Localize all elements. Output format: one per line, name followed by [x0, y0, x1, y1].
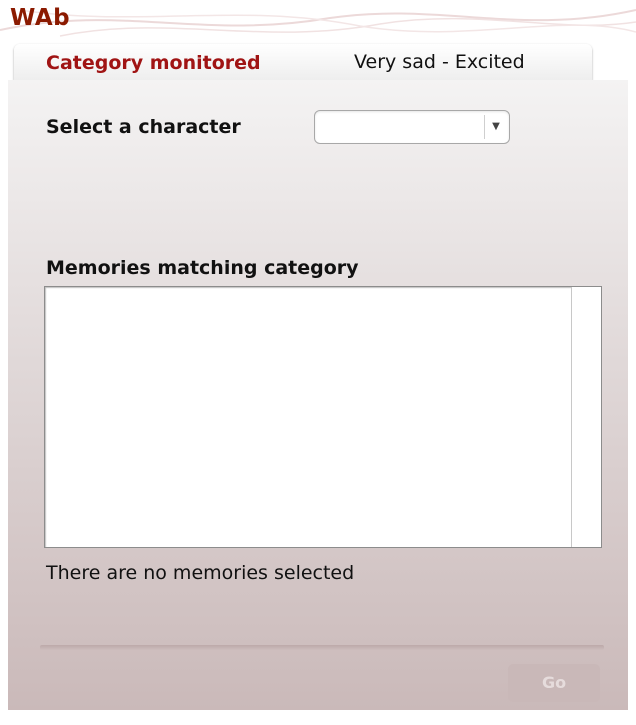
divider — [40, 645, 604, 650]
decorative-swoosh — [0, 9, 636, 37]
app-window: WAb Category monitored Very sad - Excite… — [0, 0, 636, 725]
go-button[interactable]: Go — [508, 664, 600, 702]
select-character-label: Select a character — [46, 116, 241, 138]
memories-list[interactable] — [44, 286, 602, 548]
dropdown-arrow-icon[interactable]: ▼ — [484, 115, 507, 139]
app-title: WAb — [10, 5, 71, 31]
memories-list-scrollbar[interactable] — [571, 287, 601, 547]
category-monitored-label: Category monitored — [46, 52, 261, 74]
character-select[interactable]: ▼ — [314, 110, 510, 144]
memories-list-label: Memories matching category — [46, 257, 359, 279]
memories-status-text: There are no memories selected — [46, 562, 355, 584]
category-monitored-value: Very sad - Excited — [354, 51, 525, 73]
